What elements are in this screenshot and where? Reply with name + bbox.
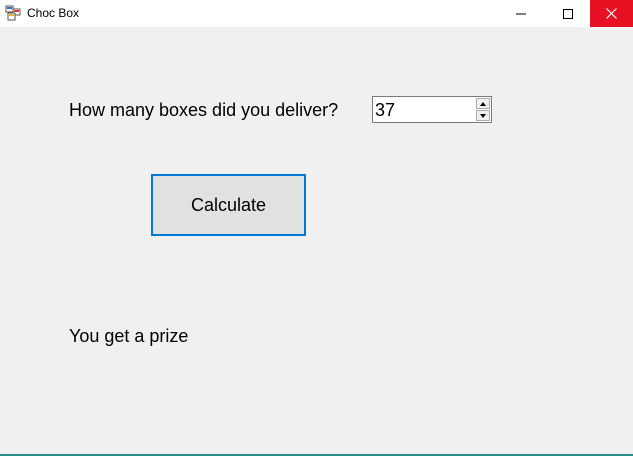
title-bar[interactable]: Choc Box (0, 0, 633, 27)
spin-up-button[interactable] (476, 98, 490, 109)
maximize-icon (562, 8, 573, 19)
boxes-question-label: How many boxes did you deliver? (69, 100, 339, 120)
boxes-numeric-updown[interactable]: 37 (372, 96, 492, 123)
close-button[interactable] (590, 0, 633, 27)
chevron-up-icon (480, 101, 486, 106)
chevron-down-icon (480, 113, 486, 118)
result-label: You get a prize (69, 326, 189, 346)
minimize-icon (515, 13, 526, 14)
minimize-button[interactable] (498, 0, 543, 27)
calculate-button[interactable]: Calculate (151, 174, 306, 236)
form-client-area: How many boxes did you deliver? 37 Calcu… (0, 27, 633, 454)
boxes-input-value[interactable]: 37 (375, 100, 395, 120)
app-window: Choc Box How many boxes did you deliver?… (0, 0, 633, 456)
maximize-button[interactable] (545, 0, 590, 27)
close-icon (606, 8, 617, 19)
app-icon[interactable] (5, 5, 21, 21)
window-title: Choc Box (27, 6, 80, 20)
spin-down-button[interactable] (476, 110, 490, 121)
